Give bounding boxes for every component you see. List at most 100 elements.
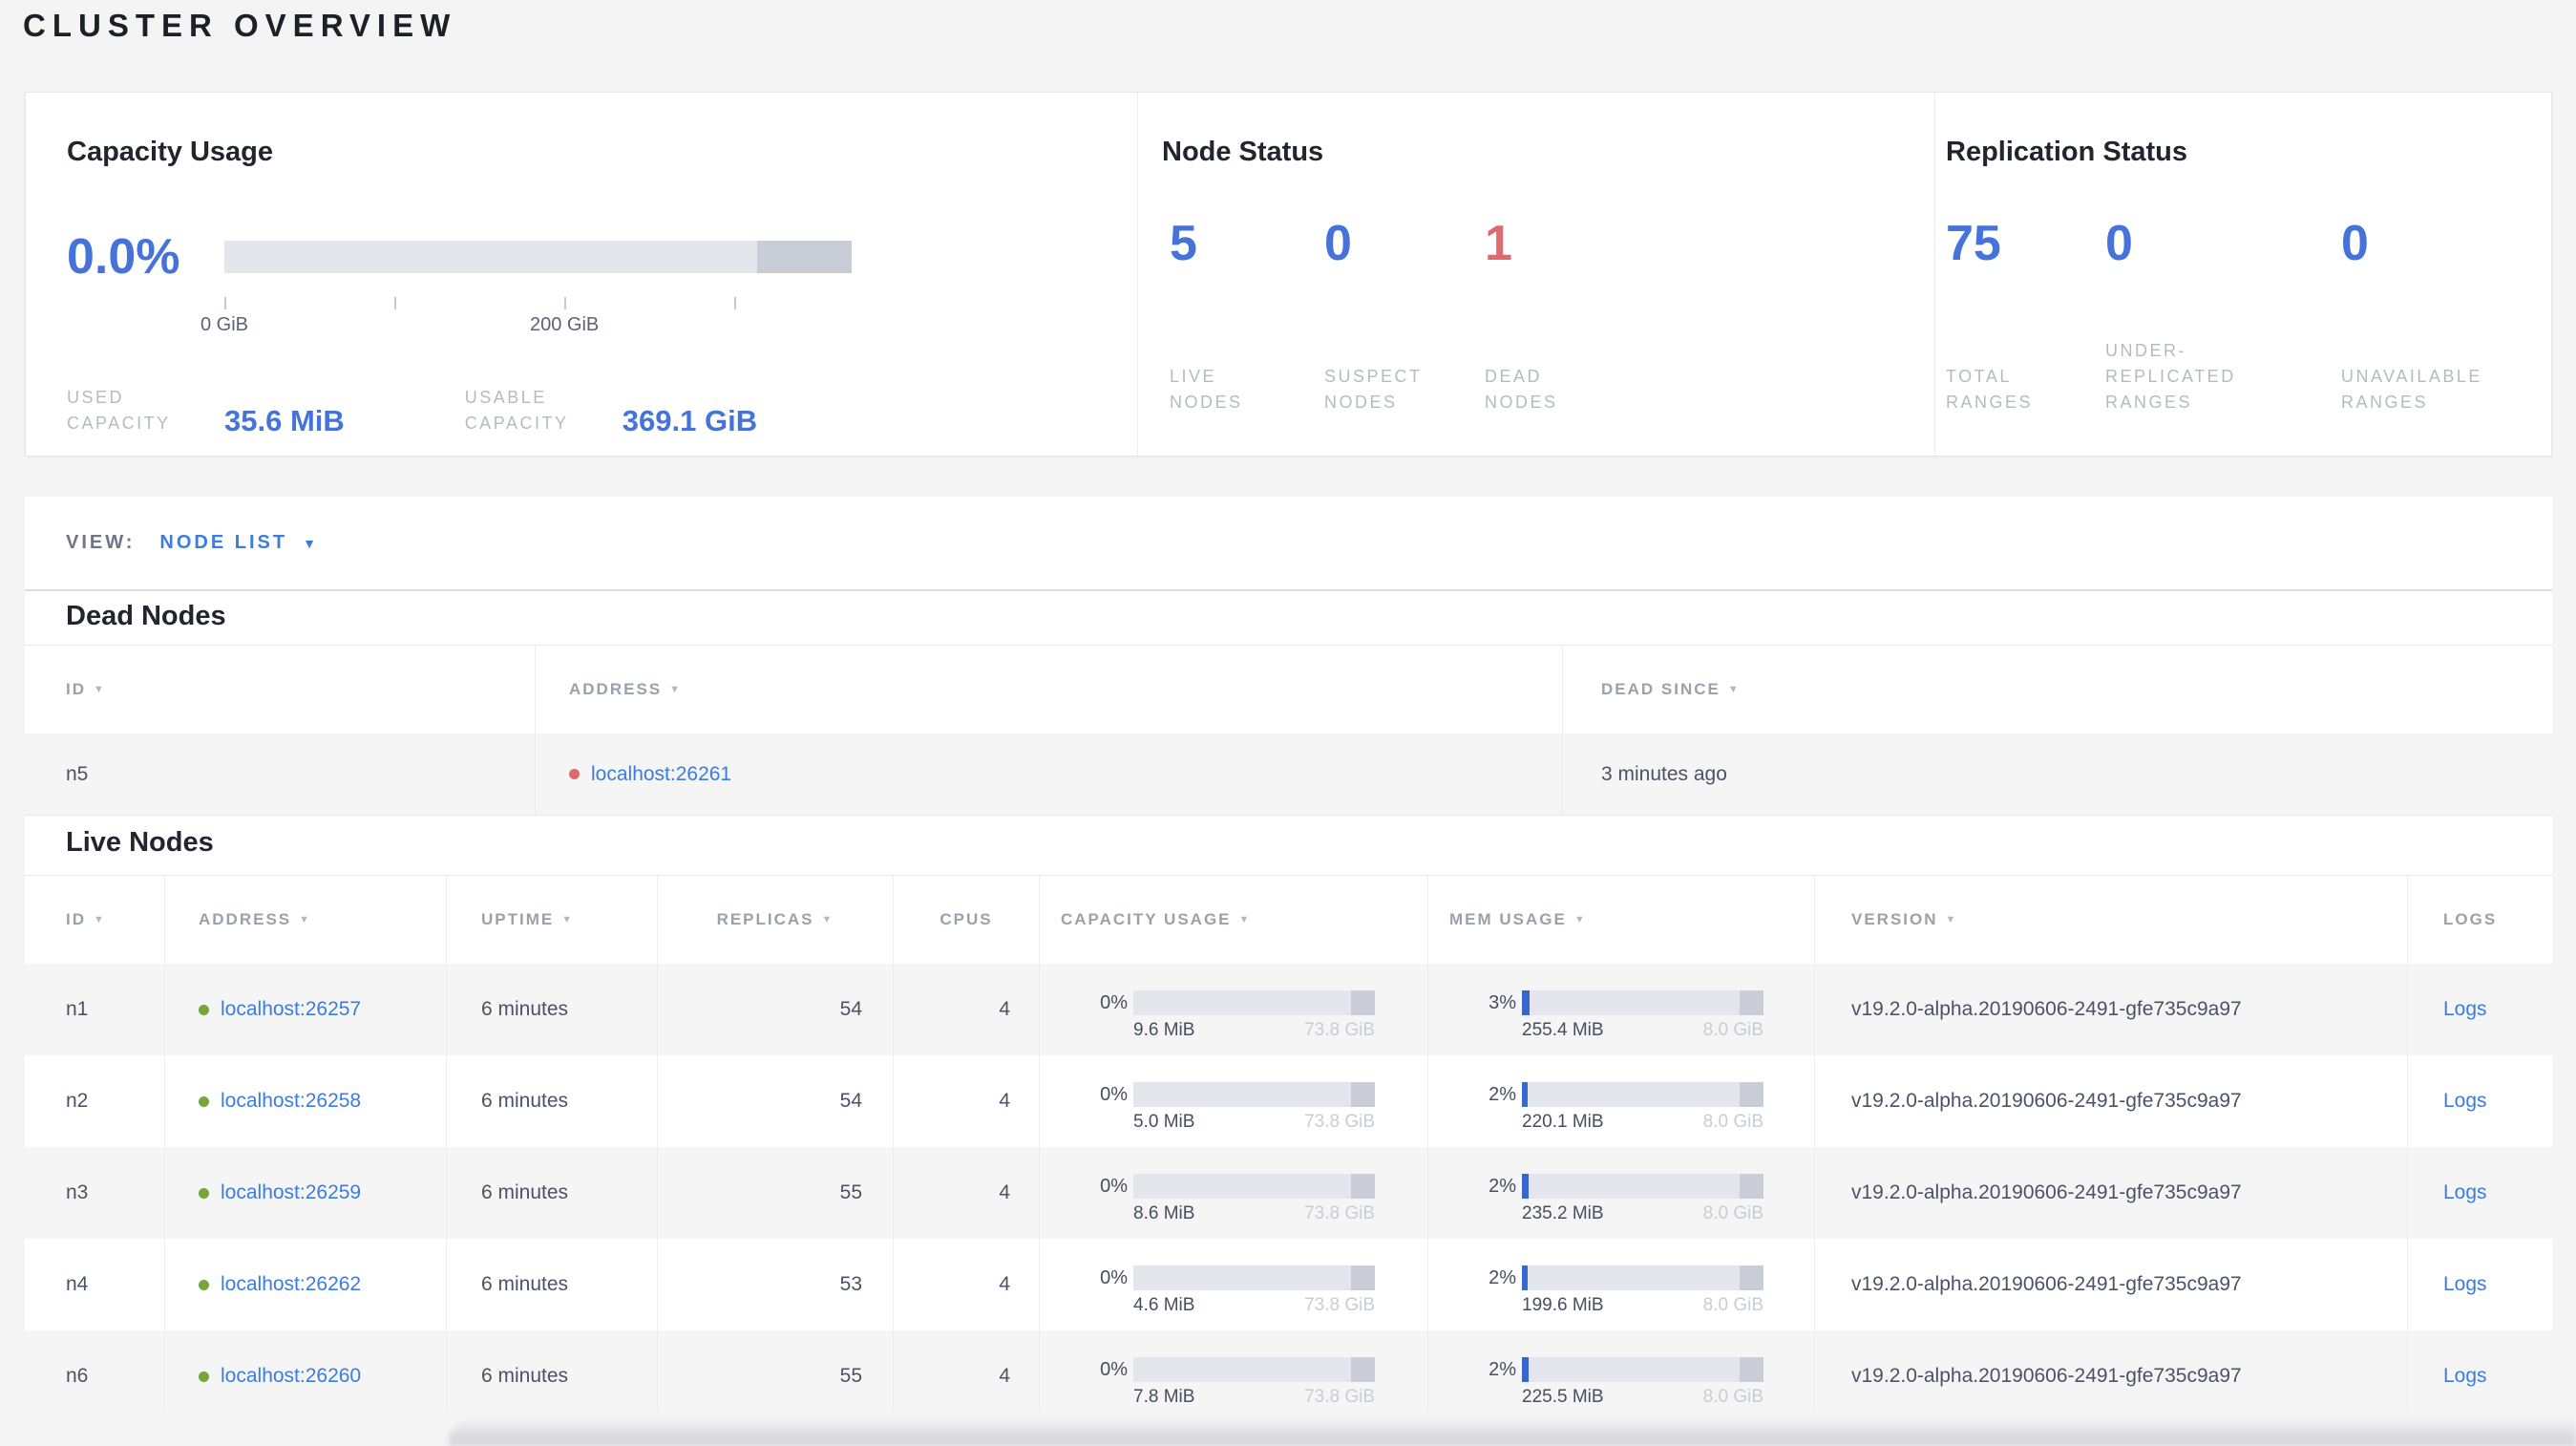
column-header[interactable]: LOGS bbox=[2407, 876, 2552, 964]
live-nodes-table: ID ▼ ADDRESS ▼ UPTIME ▼ REPLICAS ▼ CPUS CAPACITY … bbox=[25, 875, 2552, 1412]
column-header-label: ID bbox=[66, 910, 86, 928]
version-cell: v19.2.0-alpha.20190606-2491-gfe735c9a97 bbox=[1814, 964, 2407, 1055]
logs-link[interactable]: Logs bbox=[2443, 998, 2487, 1021]
node-address-link[interactable]: localhost:26259 bbox=[221, 1181, 361, 1204]
mem-bar-reserved-segment bbox=[1740, 990, 1763, 1015]
node-address-link[interactable]: localhost:26261 bbox=[591, 763, 731, 786]
logs-link[interactable]: Logs bbox=[2443, 1090, 2487, 1113]
mem-total-value: 8.0 GiB bbox=[1702, 1112, 1763, 1132]
version-cell: v19.2.0-alpha.20190606-2491-gfe735c9a97 bbox=[1814, 1147, 2407, 1239]
node-list-section: Dead Nodes ID ▼ ADDRESS ▼ DEAD SINCE ▼ n5 loc… bbox=[25, 591, 2552, 1412]
column-header[interactable]: ADDRESS ▼ bbox=[535, 646, 1562, 734]
column-header[interactable]: VERSION ▼ bbox=[1814, 876, 2407, 964]
column-header[interactable]: REPLICAS ▼ bbox=[657, 876, 893, 964]
node-status-stats: 5 LIVE NODES 0 SUSPECT NODES 1 DEAD NODE… bbox=[1170, 219, 1934, 415]
node-id-cell: n2 bbox=[66, 1090, 89, 1112]
column-header[interactable]: ID ▼ bbox=[25, 876, 164, 964]
stat-value: 75 bbox=[1946, 216, 2001, 271]
view-selected-value: NODE LIST bbox=[159, 532, 288, 553]
column-header[interactable]: ADDRESS ▼ bbox=[164, 876, 446, 964]
live-node-dot-icon bbox=[199, 1279, 209, 1290]
node-address-link[interactable]: localhost:26260 bbox=[221, 1365, 361, 1388]
capacity-axis: 0 GiB 200 GiB bbox=[201, 297, 852, 343]
axis-tick-label: 200 GiB bbox=[529, 314, 600, 335]
summary-stat: 1 DEAD NODES bbox=[1485, 219, 1558, 415]
logs-link[interactable]: Logs bbox=[2443, 1365, 2487, 1388]
logs-link[interactable]: Logs bbox=[2443, 1273, 2487, 1296]
logs-cell: Logs bbox=[2407, 1239, 2552, 1330]
capacity-usage-cell: 0% 9.6 MiB 73.8 GiB bbox=[1039, 964, 1427, 1055]
capacity-total-value: 73.8 GiB bbox=[1304, 1295, 1375, 1315]
column-header[interactable]: DEAD SINCE ▼ bbox=[1562, 646, 2552, 734]
mem-usage-bar bbox=[1522, 1265, 1763, 1290]
mem-usage-cell: 2% 225.5 MiB 8.0 GiB bbox=[1427, 1330, 1814, 1412]
stat-label: UNDER- REPLICATED RANGES bbox=[2105, 341, 2236, 412]
table-row: n4 localhost:26262 6 minutes 53 4 0% 4.6… bbox=[25, 1239, 2552, 1330]
capacity-bar-reserved-segment bbox=[1351, 990, 1375, 1015]
cpus-cell: 4 bbox=[893, 1147, 1039, 1239]
node-address-link[interactable]: localhost:26258 bbox=[221, 1090, 361, 1113]
node-address-link[interactable]: localhost:26257 bbox=[221, 998, 361, 1021]
table-row: n6 localhost:26260 6 minutes 55 4 0% 7.8… bbox=[25, 1330, 2552, 1412]
logs-link[interactable]: Logs bbox=[2443, 1181, 2487, 1204]
dead-node-dot-icon bbox=[569, 769, 580, 779]
mem-usage-cell: 2% 199.6 MiB 8.0 GiB bbox=[1427, 1239, 1814, 1330]
replicas-cell: 53 bbox=[657, 1239, 893, 1330]
mem-usage-cell: 2% 220.1 MiB 8.0 GiB bbox=[1427, 1055, 1814, 1147]
stat-label: TOTAL RANGES bbox=[1946, 367, 2034, 412]
bottom-scroll-shadow bbox=[449, 1419, 2576, 1446]
mem-usage-cell: 2% 235.2 MiB 8.0 GiB bbox=[1427, 1147, 1814, 1239]
mem-usage-bar bbox=[1522, 1357, 1763, 1382]
node-address-link[interactable]: localhost:26262 bbox=[221, 1273, 361, 1296]
dead-nodes-header-row: ID ▼ ADDRESS ▼ DEAD SINCE ▼ bbox=[25, 646, 2552, 734]
capacity-usage-title: Capacity Usage bbox=[67, 137, 273, 167]
capacity-percent: 0.0% bbox=[67, 229, 180, 285]
table-row: n2 localhost:26258 6 minutes 54 4 0% 5.0… bbox=[25, 1055, 2552, 1147]
node-id-cell: n1 bbox=[66, 998, 89, 1020]
capacity-percent-label: 0% bbox=[1100, 1358, 1128, 1380]
mem-used-value: 220.1 MiB bbox=[1522, 1112, 1604, 1132]
stat-label: DEAD NODES bbox=[1485, 367, 1558, 412]
stat-value: 5 bbox=[1170, 216, 1197, 271]
live-nodes-heading: Live Nodes bbox=[66, 827, 214, 858]
capacity-usage-bar bbox=[1133, 990, 1375, 1015]
live-node-dot-icon bbox=[199, 1095, 209, 1107]
column-header[interactable]: CAPACITY USAGE ▼ bbox=[1039, 876, 1427, 964]
stat-label: SUSPECT NODES bbox=[1324, 367, 1423, 412]
column-header[interactable]: CPUS bbox=[893, 876, 1039, 964]
mem-usage-fill bbox=[1522, 1174, 1529, 1199]
used-capacity-value: 35.6 MiB bbox=[224, 404, 345, 437]
cpus-cell: 4 bbox=[893, 964, 1039, 1055]
column-header[interactable]: MEM USAGE ▼ bbox=[1427, 876, 1814, 964]
column-header[interactable]: UPTIME ▼ bbox=[446, 876, 657, 964]
mem-total-value: 8.0 GiB bbox=[1702, 1020, 1763, 1040]
capacity-total-value: 73.8 GiB bbox=[1304, 1203, 1375, 1223]
mem-total-value: 8.0 GiB bbox=[1702, 1295, 1763, 1315]
capacity-total-value: 73.8 GiB bbox=[1304, 1112, 1375, 1132]
mem-percent-label: 2% bbox=[1489, 1266, 1516, 1288]
capacity-used-value: 5.0 MiB bbox=[1133, 1112, 1195, 1132]
stat-value: 0 bbox=[2341, 216, 2369, 271]
used-capacity-stat: USED CAPACITY 35.6 MiB bbox=[67, 385, 345, 436]
replicas-cell: 54 bbox=[657, 964, 893, 1055]
node-id-cell: n4 bbox=[66, 1273, 89, 1295]
node-id-cell: n5 bbox=[66, 762, 89, 785]
capacity-percent-label: 0% bbox=[1100, 1266, 1128, 1288]
capacity-usage-bar bbox=[224, 241, 852, 273]
mem-usage-bar bbox=[1522, 990, 1763, 1015]
mem-usage-cell: 3% 255.4 MiB 8.0 GiB bbox=[1427, 964, 1814, 1055]
chevron-down-icon: ▼ bbox=[303, 535, 316, 551]
mem-usage-fill bbox=[1522, 1357, 1529, 1382]
version-cell: v19.2.0-alpha.20190606-2491-gfe735c9a97 bbox=[1814, 1239, 2407, 1330]
column-header[interactable]: ID ▼ bbox=[25, 646, 535, 734]
view-dropdown[interactable]: NODE LIST ▼ bbox=[159, 532, 316, 554]
sort-arrow-icon: ▼ bbox=[1573, 914, 1587, 925]
live-node-dot-icon bbox=[199, 1371, 209, 1382]
sort-arrow-icon: ▼ bbox=[1945, 914, 1958, 925]
live-nodes-rows: n1 localhost:26257 6 minutes 54 4 0% 9.6… bbox=[25, 964, 2552, 1412]
capacity-usage-cell: 0% 5.0 MiB 73.8 GiB bbox=[1039, 1055, 1427, 1147]
mem-total-value: 8.0 GiB bbox=[1702, 1203, 1763, 1223]
stat-value: 0 bbox=[2105, 216, 2133, 271]
table-row: n5 localhost:26261 3 minutes ago bbox=[25, 734, 2552, 816]
capacity-usage-bar bbox=[1133, 1357, 1375, 1382]
